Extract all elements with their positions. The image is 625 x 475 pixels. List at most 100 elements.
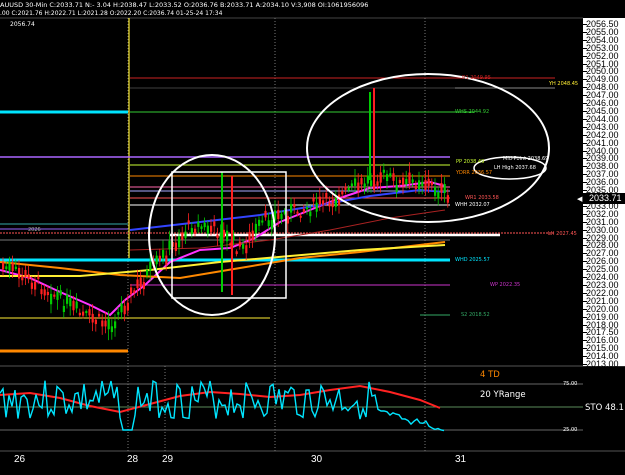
candle-body: [280, 213, 283, 219]
candle-body: [181, 232, 184, 240]
candle-body: [197, 221, 200, 227]
osc-label-td: 4 TD: [480, 370, 500, 380]
candle-body: [277, 209, 280, 220]
candle-body: [40, 289, 43, 295]
current-price-arrow: ◀: [577, 195, 583, 203]
candle-body: [430, 181, 433, 186]
price-tick-mark: [583, 308, 587, 310]
candle-body: [251, 230, 254, 241]
candle-body: [235, 251, 238, 255]
candle-body: [165, 255, 168, 265]
candle-body: [357, 182, 360, 191]
candle-body: [408, 172, 411, 184]
price-tick-mark: [583, 205, 587, 207]
candle-body: [53, 294, 56, 297]
price-tick-mark: [583, 174, 587, 176]
candle-body: [75, 301, 78, 309]
candle-body: [117, 312, 120, 315]
label-left-level: 2026: [28, 227, 41, 233]
label-s2: S2 2018.52: [461, 312, 490, 318]
candle-body: [126, 302, 129, 311]
price-tick-mark: [583, 134, 587, 136]
price-tick-mark: [583, 103, 587, 105]
candle-body: [5, 266, 8, 270]
date-label-31: 31: [455, 454, 467, 465]
candle-body: [136, 279, 139, 289]
candle-body: [341, 191, 344, 195]
price-tick-mark: [583, 126, 587, 128]
price-tick-mark: [583, 324, 587, 326]
osc-cyan-line: [0, 379, 445, 432]
price-tick-mark: [583, 150, 587, 152]
price-tick-mark: [583, 39, 587, 41]
candle-body: [434, 186, 437, 196]
candle-body: [72, 300, 75, 311]
price-tick-mark: [583, 300, 587, 302]
price-chart[interactable]: [0, 0, 625, 475]
candle-body: [78, 312, 81, 316]
price-tick-mark: [583, 261, 587, 263]
price-tick-mark: [583, 24, 587, 25]
candle-body: [139, 277, 142, 288]
label-r1: R1 2049.95: [462, 75, 491, 81]
date-label-30: 30: [311, 454, 323, 465]
candle-body: [18, 267, 21, 279]
candle-body: [242, 243, 245, 249]
price-tick-mark: [583, 340, 587, 342]
candle-body: [21, 275, 24, 281]
candle-body: [238, 241, 241, 247]
candle-body: [299, 215, 302, 218]
candle-body: [24, 269, 27, 277]
price-tick-mark: [583, 213, 587, 215]
candle-body: [261, 220, 264, 223]
candle-body: [258, 219, 261, 226]
price-axis[interactable]: 2056.50 2055.00 2054.00 2053.00 2052.00 2051.…: [583, 18, 625, 369]
candle-body: [174, 242, 177, 251]
candle-body: [94, 319, 97, 325]
price-tick-mark: [583, 285, 587, 286]
price-tick-mark: [583, 277, 587, 279]
candle-body: [296, 211, 299, 214]
candle-body: [123, 305, 126, 315]
price-tick-mark: [583, 95, 587, 97]
candle-body: [104, 320, 107, 327]
price-tick-mark: [583, 71, 587, 73]
candle-body: [146, 270, 149, 276]
label-whs: WHS 2044.92: [455, 109, 490, 115]
candle-body: [354, 178, 357, 186]
candle-body: [149, 262, 152, 271]
candle-body: [50, 293, 53, 305]
label-ydr: YDRR 2036.57: [456, 170, 493, 176]
candle-body: [142, 282, 145, 290]
candle-body: [62, 305, 65, 313]
candle-body: [270, 220, 273, 230]
osc-label-sto: STO 48.1: [585, 403, 624, 413]
candle-body: [200, 226, 203, 229]
candle-body: [418, 180, 421, 190]
candle-body: [360, 178, 363, 185]
candle-body: [184, 231, 187, 239]
candle-body: [206, 225, 209, 234]
price-tick-mark: [583, 118, 587, 120]
candle-body: [344, 186, 347, 190]
candle-body: [194, 228, 197, 234]
candle-body: [331, 200, 334, 208]
candle-body: [187, 220, 190, 224]
candle-body: [325, 193, 328, 198]
price-tick-mark: [583, 31, 587, 33]
candle-group: [2, 88, 449, 341]
osc-red-line: [0, 384, 441, 414]
osc-tick-25: 25.00: [563, 427, 578, 433]
label-wr1: WR1 2033.58: [465, 195, 499, 201]
candle-body: [107, 319, 110, 330]
price-tick-mark: [583, 190, 587, 192]
candle-body: [379, 172, 382, 183]
candle-body: [2, 262, 5, 270]
candle-body: [69, 297, 72, 307]
price-tick-mark: [583, 55, 587, 57]
price-tick-mark: [583, 332, 587, 334]
candle-body: [88, 309, 91, 316]
candle-body: [392, 173, 395, 181]
candle-body: [43, 289, 46, 296]
candle-body: [421, 181, 424, 187]
